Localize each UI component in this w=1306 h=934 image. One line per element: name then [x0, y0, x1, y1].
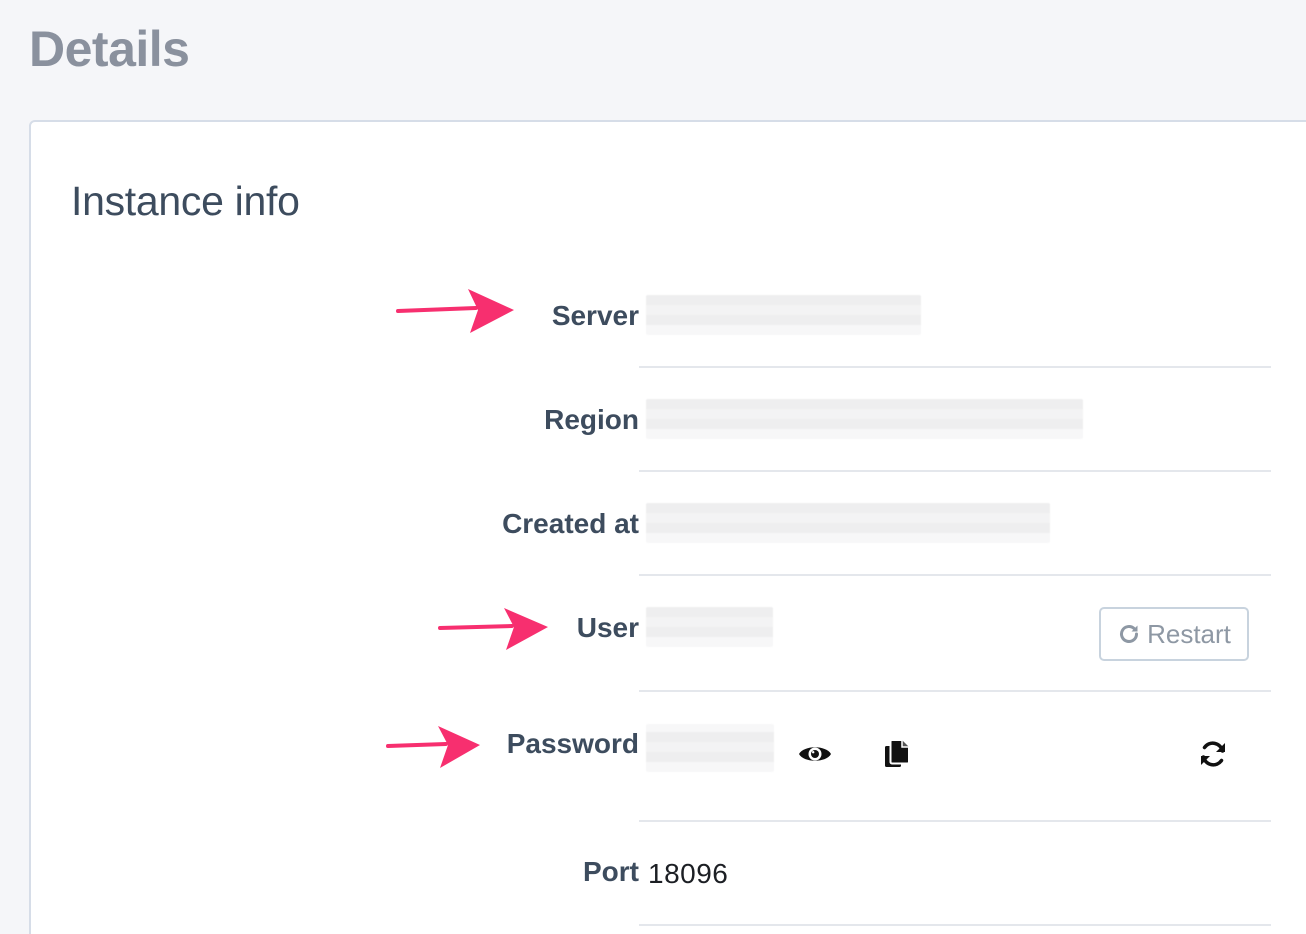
restart-button-label: Restart — [1147, 618, 1231, 649]
server-label: Server — [551, 300, 639, 331]
regenerate-password-button[interactable] — [1193, 736, 1233, 776]
show-password-button[interactable] — [795, 736, 835, 776]
copy-icon — [884, 738, 910, 774]
divider — [639, 820, 1271, 822]
created-at-value-redacted — [646, 503, 1050, 543]
restart-button[interactable]: Restart — [1099, 607, 1249, 661]
page-title: Details — [29, 21, 190, 77]
divider — [639, 924, 1271, 926]
details-page: Details Instance info Server Region Crea… — [0, 0, 1306, 934]
divider — [639, 690, 1271, 692]
user-value-redacted — [646, 607, 773, 647]
rotate-right-icon — [1117, 622, 1141, 646]
password-label: Password — [506, 728, 639, 759]
sync-icon — [1198, 739, 1228, 774]
region-label: Region — [544, 404, 639, 435]
copy-password-button[interactable] — [877, 736, 917, 776]
annotation-arrow-user — [438, 608, 548, 650]
password-value-redacted — [646, 724, 774, 772]
server-value-redacted — [646, 295, 921, 335]
divider — [639, 470, 1271, 472]
annotation-arrow-server — [396, 289, 514, 333]
port-label: Port — [583, 856, 639, 887]
instance-info-card: Instance info Server Region Created at U… — [29, 120, 1306, 934]
divider — [639, 574, 1271, 576]
divider — [639, 366, 1271, 368]
annotation-arrow-password — [386, 726, 480, 768]
region-value-redacted — [646, 399, 1083, 439]
card-title: Instance info — [71, 178, 300, 224]
created-at-label: Created at — [502, 508, 639, 539]
user-label: User — [576, 612, 639, 643]
port-value: 18096 — [648, 858, 729, 889]
eye-icon — [798, 742, 832, 771]
